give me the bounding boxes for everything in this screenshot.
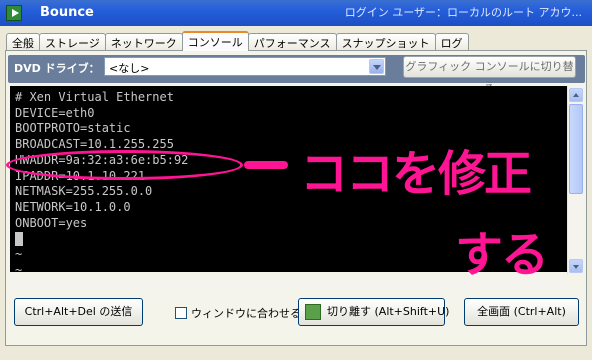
fullscreen-button[interactable]: 全画面 (Ctrl+Alt) [464,298,579,326]
console-line: BOOTPROTO=static [15,121,131,136]
app-icon [6,5,22,21]
send-ctrl-alt-del-button[interactable]: Ctrl+Alt+Del の送信 [14,298,143,326]
tab-snapshot[interactable]: スナップショット [335,33,436,51]
console-line: NETMASK=255.255.0.0 [15,184,153,199]
annotation-pointer-line [244,161,288,169]
dvd-drive-label: DVD ドライブ： [14,62,100,75]
dvd-drive-selected-value: <なし> [109,62,150,75]
console-cursor [15,232,23,246]
tab-console[interactable]: コンソール [181,31,249,51]
scroll-up-arrow-icon[interactable] [569,88,583,102]
tab-performance[interactable]: パフォーマンス [247,33,337,51]
console-line: ~ [15,247,23,262]
fit-to-window-label: ウィンドウに合わせる [191,307,301,320]
console-line: # Xen Virtual Ethernet [15,90,174,104]
fit-to-window-option[interactable]: ウィンドウに合わせる [175,305,301,321]
tab-general[interactable]: 全般 [6,33,40,51]
console-line: DEVICE=eth0 [15,105,95,120]
console-line: ONBOOT=yes [15,215,88,230]
tab-storage[interactable]: ストレージ [39,33,106,51]
annotation-text-line2: する [455,227,549,283]
console-vertical-scrollbar[interactable] [567,86,583,275]
scroll-down-arrow-icon[interactable] [569,259,583,273]
tab-log[interactable]: ログ [434,33,469,51]
chevron-down-icon[interactable] [369,59,384,74]
detach-button[interactable]: 切り離す (Alt+Shift+U) [298,298,449,326]
window-title: Bounce [40,5,94,20]
annotation-text-line1: ココを修正 [300,146,532,202]
console-output: # Xen Virtual Ethernet DEVICE=eth0 BOOTPRO… [15,90,188,272]
scroll-thumb[interactable] [569,104,583,194]
title-bar: Bounce ログイン ユーザー：ローカルのルート アカウ... [0,0,592,26]
switch-graphic-console-button[interactable]: グラフィック コンソールに切り替え [403,56,576,93]
tab-network[interactable]: ネットワーク [104,33,183,51]
logged-in-user-label: ログイン ユーザー：ローカルのルート アカウ... [344,6,582,19]
fit-to-window-checkbox[interactable] [175,307,187,319]
detach-window-icon [305,304,321,320]
console-line: ~ [15,262,23,272]
console-line: NETWORK=10.1.0.0 [15,199,131,214]
detach-button-label: 切り離す (Alt+Shift+U) [327,305,450,318]
tab-strip: 全般 ストレージ ネットワーク コンソール パフォーマンス スナップショット ロ… [6,31,469,51]
annotation-highlight-oval [6,150,243,180]
dvd-drive-select[interactable]: <なし> [104,57,386,76]
